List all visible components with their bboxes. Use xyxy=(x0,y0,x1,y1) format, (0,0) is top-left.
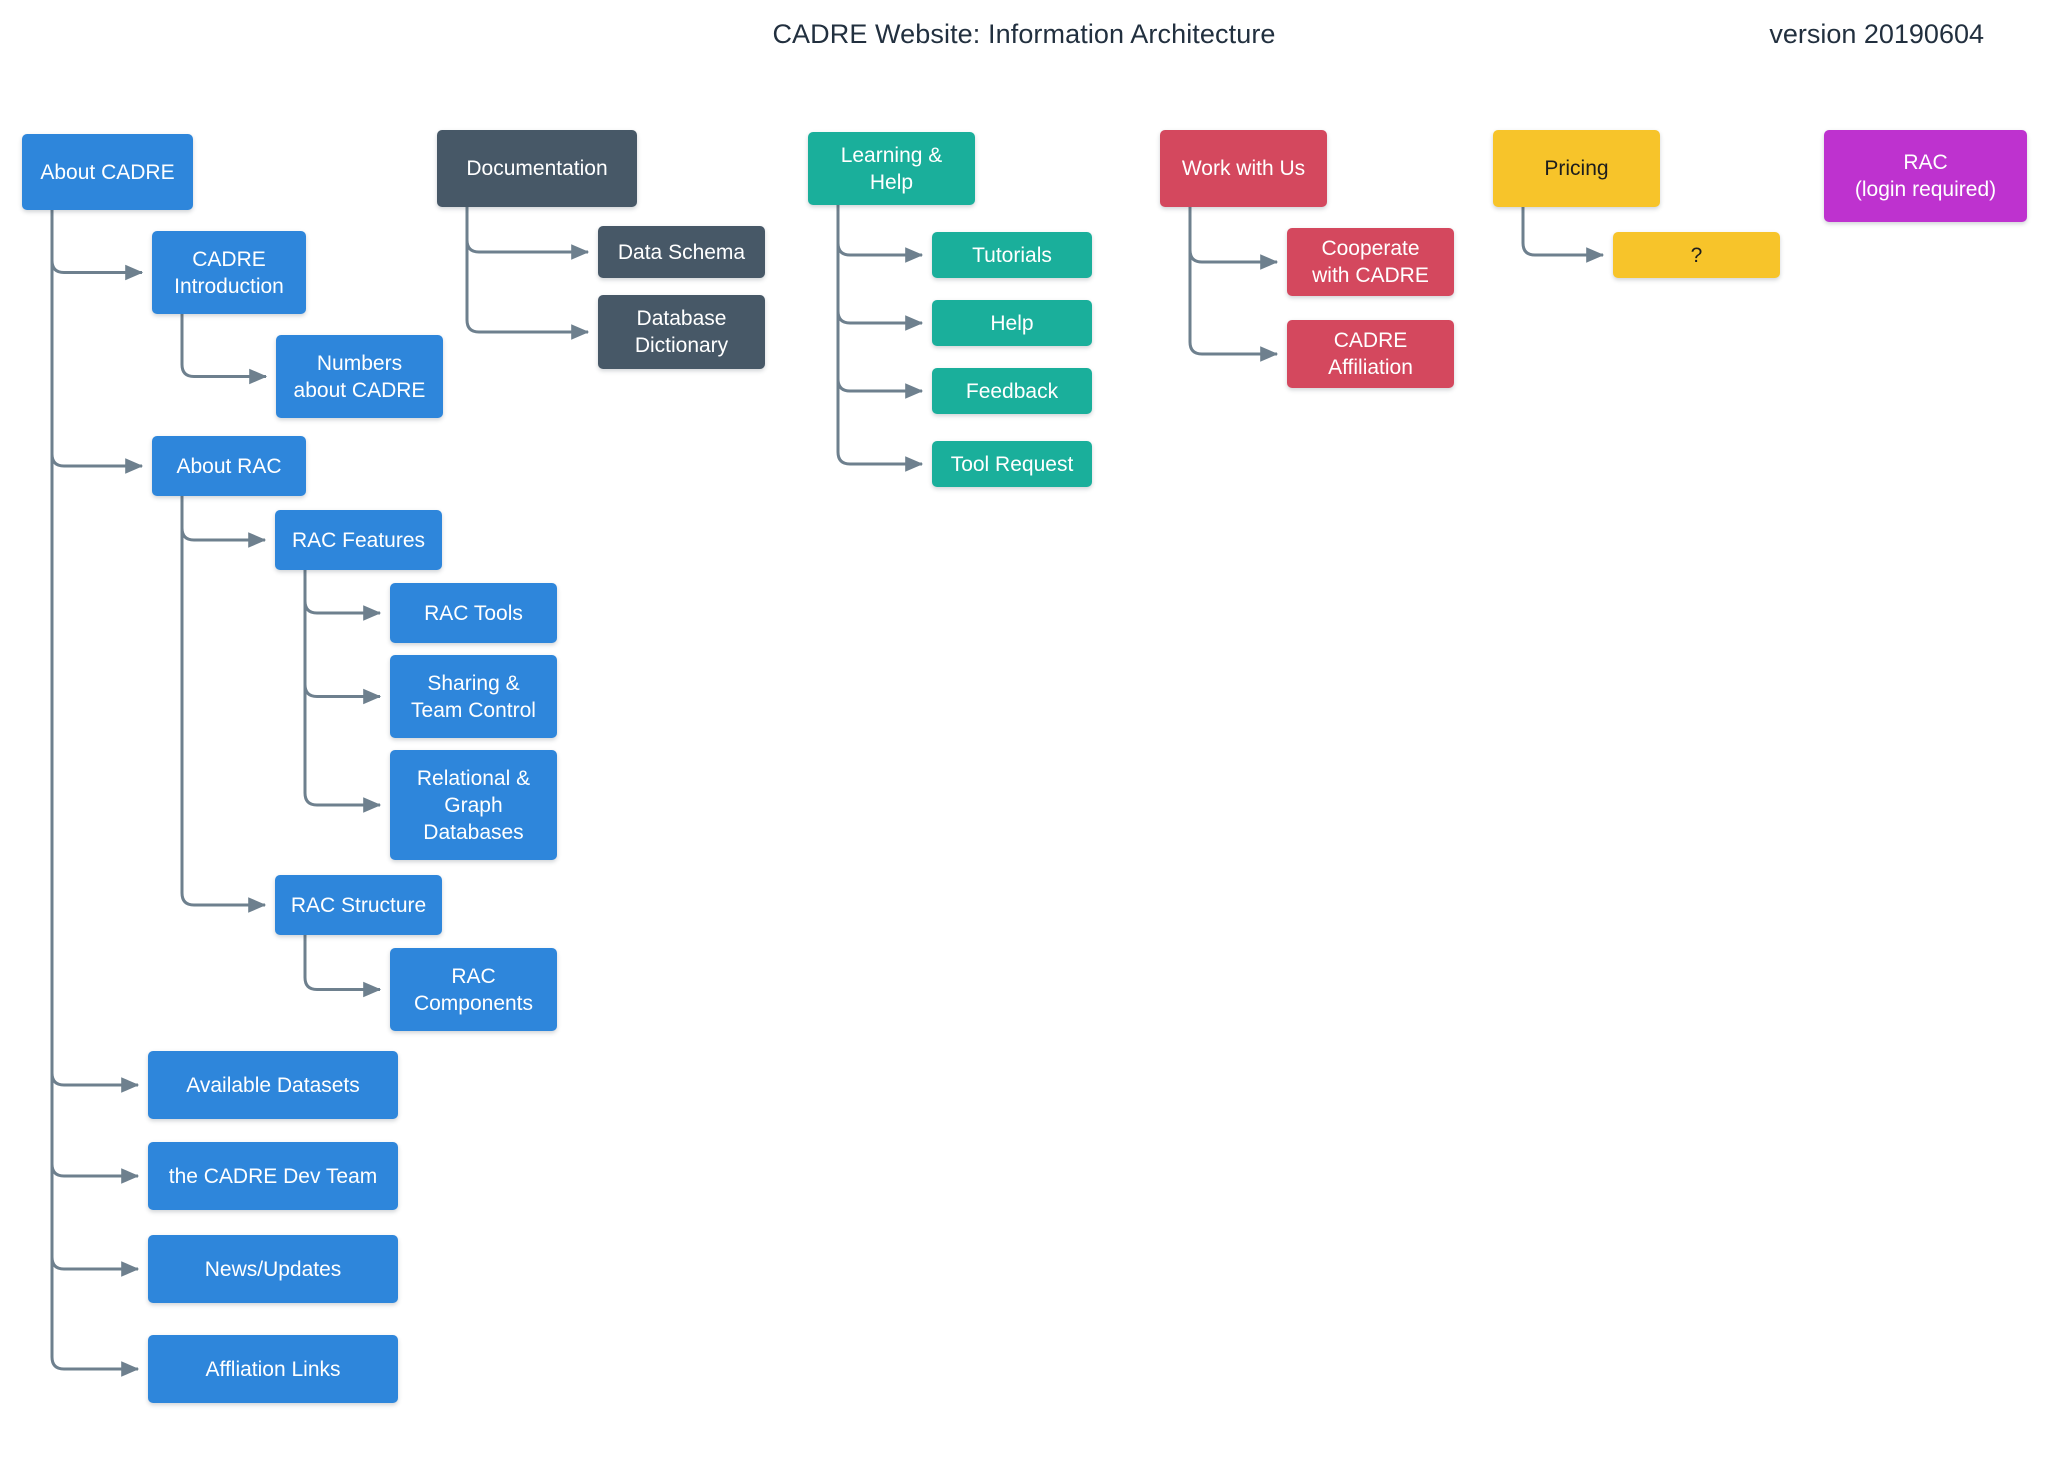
connector-about-cadre-to-cadre-introduction xyxy=(50,210,144,281)
connector-about-rac-to-rac-structure xyxy=(180,496,267,913)
connector-learning-help-to-tutorials xyxy=(836,205,924,263)
node-cadre-introduction[interactable]: CADRE Introduction xyxy=(152,231,306,314)
node-database-dictionary[interactable]: Database Dictionary xyxy=(598,295,765,369)
node-relational-graph-databases[interactable]: Relational & Graph Databases xyxy=(390,750,557,860)
connector-about-cadre-to-affliation-links xyxy=(50,210,140,1377)
node-data-schema[interactable]: Data Schema xyxy=(598,226,765,278)
connector-learning-help-to-tool-request xyxy=(836,205,924,472)
connector-documentation-to-data-schema xyxy=(465,207,590,260)
node-documentation[interactable]: Documentation xyxy=(437,130,637,207)
connector-rac-features-to-relational-graph-databases xyxy=(303,570,382,813)
connector-cadre-introduction-to-numbers-about-cadre xyxy=(180,314,268,385)
node-pricing[interactable]: Pricing xyxy=(1493,130,1660,207)
connector-about-rac-to-rac-features xyxy=(180,496,267,548)
node-pricing-unknown[interactable]: ? xyxy=(1613,232,1780,278)
connector-learning-help-to-feedback xyxy=(836,205,924,399)
connector-work-with-us-to-cooperate-with-cadre xyxy=(1188,207,1279,270)
node-about-cadre[interactable]: About CADRE xyxy=(22,134,193,210)
node-help[interactable]: Help xyxy=(932,300,1092,346)
node-available-datasets[interactable]: Available Datasets xyxy=(148,1051,398,1119)
node-affliation-links[interactable]: Affliation Links xyxy=(148,1335,398,1403)
node-news-updates[interactable]: News/Updates xyxy=(148,1235,398,1303)
connector-pricing-to-pricing-unknown xyxy=(1521,207,1605,263)
connector-about-cadre-to-available-datasets xyxy=(50,210,140,1093)
connector-about-cadre-to-news-updates xyxy=(50,210,140,1277)
connector-work-with-us-to-cadre-affiliation xyxy=(1188,207,1279,362)
connector-learning-help-to-help xyxy=(836,205,924,331)
node-cooperate-with-cadre[interactable]: Cooperate with CADRE xyxy=(1287,228,1454,296)
node-about-rac[interactable]: About RAC xyxy=(152,436,306,496)
connector-rac-features-to-sharing-team-control xyxy=(303,570,382,705)
node-rac-tools[interactable]: RAC Tools xyxy=(390,583,557,643)
node-sharing-team-control[interactable]: Sharing & Team Control xyxy=(390,655,557,738)
version-label: version 20190604 xyxy=(1769,19,1984,49)
node-cadre-dev-team[interactable]: the CADRE Dev Team xyxy=(148,1142,398,1210)
connector-about-cadre-to-about-rac xyxy=(50,210,144,474)
node-feedback[interactable]: Feedback xyxy=(932,368,1092,414)
node-numbers-about-cadre[interactable]: Numbers about CADRE xyxy=(276,335,443,418)
node-rac-login-required[interactable]: RAC (login required) xyxy=(1824,130,2027,222)
node-rac-structure[interactable]: RAC Structure xyxy=(275,875,442,935)
connector-about-cadre-to-cadre-dev-team xyxy=(50,210,140,1184)
connector-rac-structure-to-rac-components xyxy=(303,935,382,998)
node-cadre-affiliation[interactable]: CADRE Affiliation xyxy=(1287,320,1454,388)
node-rac-features[interactable]: RAC Features xyxy=(275,510,442,570)
node-tutorials[interactable]: Tutorials xyxy=(932,232,1092,278)
node-work-with-us[interactable]: Work with Us xyxy=(1160,130,1327,207)
page-title: CADRE Website: Information Architecture xyxy=(772,19,1276,49)
node-learning-help[interactable]: Learning & Help xyxy=(808,132,975,205)
diagram-canvas: CADRE Website: Information Architecture … xyxy=(0,0,2048,1469)
node-rac-components[interactable]: RAC Components xyxy=(390,948,557,1031)
connector-documentation-to-database-dictionary xyxy=(465,207,590,340)
connector-rac-features-to-rac-tools xyxy=(303,570,382,621)
node-tool-request[interactable]: Tool Request xyxy=(932,441,1092,487)
